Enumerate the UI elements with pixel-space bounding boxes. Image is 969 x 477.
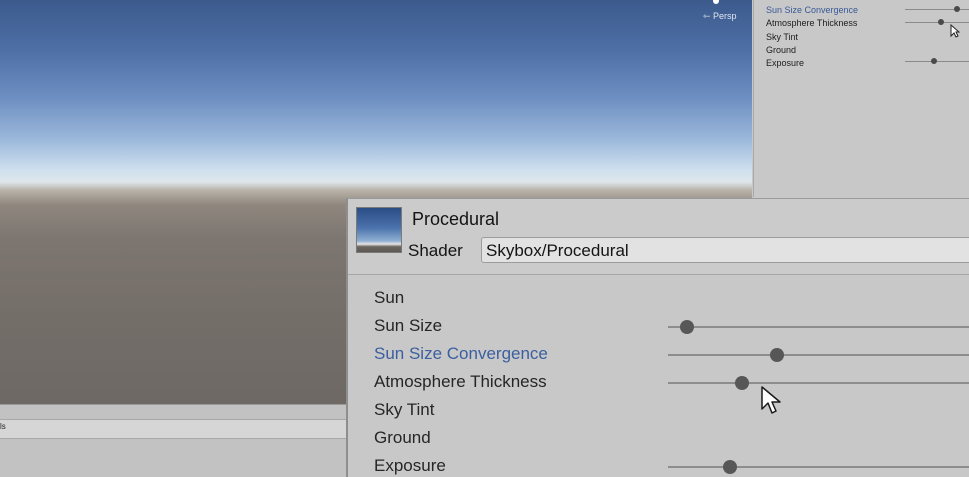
scene-gizmo[interactable] <box>713 0 719 4</box>
mini-slider-knob[interactable] <box>937 19 944 25</box>
slider-track[interactable] <box>668 466 969 468</box>
mouse-cursor-icon <box>760 385 782 420</box>
slider-track[interactable] <box>668 382 969 384</box>
prop-exposure-label: Exposure <box>374 456 446 475</box>
prop-atmosphere-thickness-label: Atmosphere Thickness <box>374 372 547 391</box>
slider-knob[interactable] <box>723 460 737 474</box>
material-inspector-panel: Procedural Shader Skybox/Procedural Sun … <box>346 198 969 477</box>
slider-track[interactable] <box>668 354 969 356</box>
mini-slider-knob[interactable] <box>930 58 937 64</box>
perspective-label[interactable]: ⇽ Persp <box>703 11 737 22</box>
slider-knob[interactable] <box>769 348 784 362</box>
bottom-panel: ls <box>0 404 346 477</box>
mouse-cursor-small-icon <box>950 23 961 43</box>
prop-sky-tint-label: Sky Tint <box>374 400 435 419</box>
prop-sun-size-convergence-label: Sun Size Convergence <box>374 344 548 363</box>
mini-prop-label: Sky Tint <box>766 32 799 42</box>
bottom-label-fragment: ls <box>0 422 6 431</box>
mini-inspector: Sun Size Convergence Atmosphere Thicknes… <box>753 0 969 197</box>
shader-label: Shader <box>408 241 463 260</box>
mini-prop-label: Atmosphere Thickness <box>766 18 858 28</box>
mini-prop-label: Sun Size Convergence <box>766 5 859 15</box>
bottom-toolbar <box>0 419 346 439</box>
slider-knob[interactable] <box>679 320 694 334</box>
shader-value: Skybox/Procedural <box>486 241 629 260</box>
mini-prop-label: Exposure <box>766 58 805 68</box>
material-preview-thumbnail[interactable] <box>356 207 402 253</box>
mini-prop-label: Ground <box>766 45 797 55</box>
prop-ground-label: Ground <box>374 428 431 447</box>
material-name: Procedural <box>412 209 500 229</box>
shader-dropdown[interactable]: Skybox/Procedural <box>481 237 969 263</box>
mini-slider-track[interactable] <box>905 61 969 62</box>
mini-slider-track[interactable] <box>905 22 969 23</box>
prop-sun-size-label: Sun Size <box>374 316 443 335</box>
slider-track[interactable] <box>668 326 969 328</box>
material-header: Procedural Shader Skybox/Procedural <box>348 199 969 275</box>
prop-sun-label: Sun <box>374 288 405 307</box>
slider-knob[interactable] <box>735 376 750 390</box>
